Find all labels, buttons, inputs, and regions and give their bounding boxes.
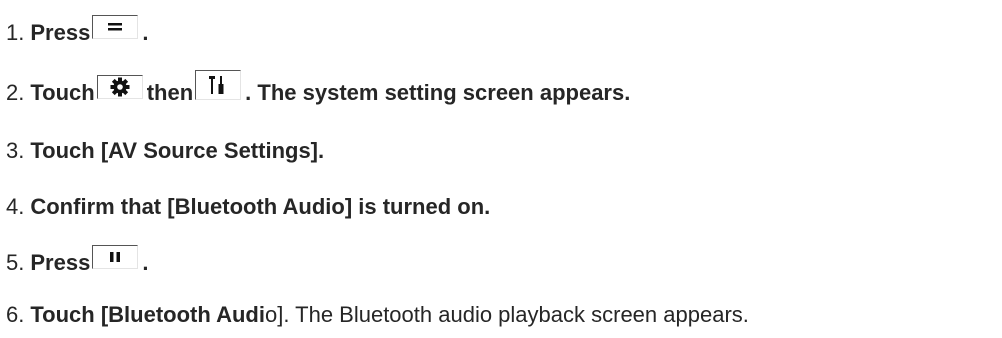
step-text: o]. The Bluetooth audio playback screen … bbox=[264, 302, 749, 327]
step-text: Touch bbox=[30, 80, 95, 105]
step-number: 2. bbox=[6, 80, 25, 105]
step-3: 3. Touch [AV Source Settings]. bbox=[6, 136, 324, 166]
step-number: 3. bbox=[6, 138, 25, 163]
step-number: 6. bbox=[6, 302, 25, 327]
step-text: Touch [Bluetooth Audi bbox=[30, 302, 265, 327]
step-5: 5. Press . bbox=[6, 245, 149, 278]
step-text: Confirm that [Bluetooth Audio] is turned… bbox=[30, 194, 491, 219]
step-2: 2. Touch then . The system setting scree… bbox=[6, 70, 631, 108]
step-text: . bbox=[142, 250, 149, 275]
step-text: then bbox=[146, 80, 194, 105]
step-number: 4. bbox=[6, 194, 25, 219]
menu-button-icon bbox=[92, 15, 139, 39]
step-text: Press bbox=[30, 250, 91, 275]
step-number: 5. bbox=[6, 250, 25, 275]
step-text: Touch [AV Source Settings]. bbox=[30, 138, 325, 163]
step-text: Press bbox=[30, 20, 91, 45]
gear-icon bbox=[96, 75, 143, 99]
pause-button-icon bbox=[92, 245, 139, 269]
step-6: 6. Touch [Bluetooth Audi o]. The Bluetoot… bbox=[6, 300, 749, 330]
step-text: . The system setting screen appears. bbox=[245, 80, 631, 105]
step-text: . bbox=[142, 20, 149, 45]
step-number: 1. bbox=[6, 20, 25, 45]
step-1: 1. Press . bbox=[6, 15, 149, 48]
instruction-steps: 1. Press . 2. Touch then . The system se… bbox=[0, 0, 1002, 338]
tools-icon bbox=[195, 70, 242, 100]
step-4: 4. Confirm that [Bluetooth Audio] is tur… bbox=[6, 192, 490, 222]
